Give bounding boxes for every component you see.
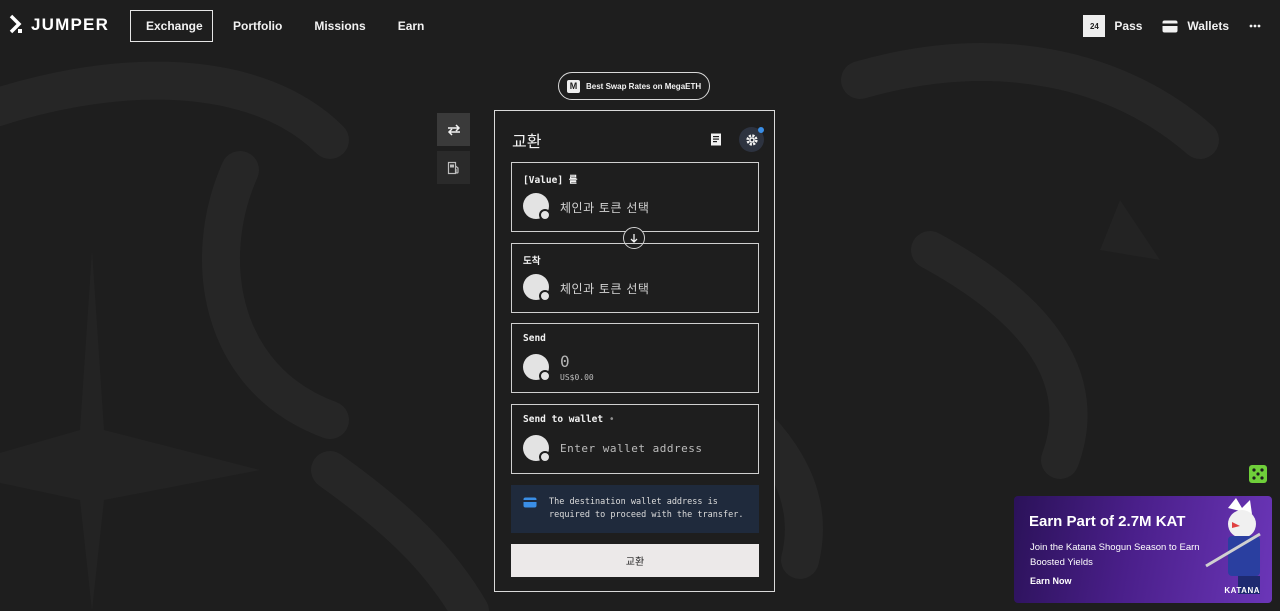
logo-text: JUMPER — [31, 15, 110, 34]
megaeth-icon: M — [567, 79, 580, 93]
gear-icon — [745, 133, 758, 146]
pass-button[interactable]: 24 Pass — [1083, 15, 1142, 37]
katana-mascot-icon — [1205, 498, 1261, 594]
megaeth-promo-pill[interactable]: M Best Swap Rates on MegaETH — [558, 72, 710, 100]
main-nav: Exchange Portfolio Missions Earn — [130, 10, 440, 42]
from-placeholder: 체인과 토큰 선택 — [560, 201, 650, 215]
required-mark: • — [608, 414, 615, 425]
to-placeholder: 체인과 토큰 선택 — [560, 282, 650, 296]
jumper-logo-icon — [9, 14, 22, 34]
from-token-selector[interactable]: [Value] 를 체인과 토큰 선택 — [511, 162, 759, 232]
more-horizontal-icon[interactable] — [1248, 19, 1262, 33]
promo-subtitle: Join the Katana Shogun Season to Earn Bo… — [1030, 542, 1200, 568]
to-label: 도착 — [523, 256, 541, 267]
wallet-required-notice: The destination wallet address is requir… — [511, 485, 759, 533]
to-chain-badge — [539, 290, 551, 302]
widget-title: 교환 — [512, 132, 542, 151]
promo-pill-text: Best Swap Rates on MegaETH — [586, 81, 702, 91]
promo-title: Earn Part of 2.7M KAT — [1029, 513, 1186, 530]
nav-exchange[interactable]: Exchange — [130, 10, 213, 42]
arrow-down-icon — [630, 234, 638, 243]
send-amount-box[interactable]: Send 0 US$0.00 — [511, 323, 759, 393]
pass-level-badge: 24 — [1083, 15, 1106, 37]
top-header: JUMPER Exchange Portfolio Missions Earn … — [0, 0, 1280, 52]
nav-earn[interactable]: Earn — [382, 10, 441, 42]
exchange-submit-button[interactable]: 교환 — [511, 544, 759, 577]
header-actions: 24 Pass Wallets — [1083, 15, 1262, 37]
wallet-address-input[interactable]: Enter wallet address — [560, 442, 702, 455]
wallet-icon — [1162, 20, 1178, 32]
wallet-label: Send to wallet • — [523, 414, 615, 425]
pass-label: Pass — [1114, 19, 1143, 33]
from-label: [Value] 를 — [523, 175, 578, 186]
wallets-button[interactable]: Wallets — [1162, 19, 1229, 33]
settings-notification-dot — [758, 127, 764, 133]
katana-promo-card[interactable]: Earn Part of 2.7M KAT Join the Katana Sh… — [1014, 496, 1272, 603]
wallet-label-text: Send to wallet — [523, 414, 604, 425]
settings-button[interactable] — [739, 127, 764, 152]
wallet-chain-badge — [539, 451, 551, 463]
widget-actions — [705, 127, 764, 152]
from-chain-badge — [539, 209, 551, 221]
send-chain-badge — [539, 370, 551, 382]
swap-mode-button[interactable] — [437, 113, 470, 146]
send-label: Send — [523, 333, 546, 344]
send-to-wallet-box[interactable]: Send to wallet • Enter wallet address — [511, 404, 759, 474]
send-amount-input[interactable]: 0 — [560, 352, 570, 371]
history-button[interactable] — [705, 129, 727, 151]
wallets-label: Wallets — [1187, 19, 1229, 33]
exchange-widget: 교환 [Value] 를 체인과 토큰 선택 도착 체인과 토큰 선택 Send… — [494, 110, 775, 592]
dice-icon[interactable] — [1249, 465, 1267, 483]
jumper-logo[interactable]: JUMPER — [9, 14, 109, 36]
notice-text: The destination wallet address is requir… — [549, 497, 744, 520]
receipt-icon — [711, 133, 721, 145]
gas-station-icon — [447, 161, 459, 174]
to-token-selector[interactable]: 도착 체인과 토큰 선택 — [511, 243, 759, 313]
nav-missions[interactable]: Missions — [298, 10, 381, 42]
promo-earn-now-link[interactable]: Earn Now — [1030, 576, 1072, 586]
nav-portfolio[interactable]: Portfolio — [217, 10, 298, 42]
wallet-card-icon — [523, 497, 537, 508]
gas-mode-button[interactable] — [437, 151, 470, 184]
swap-arrows-icon — [447, 123, 460, 136]
send-usd-value: US$0.00 — [560, 373, 594, 382]
katana-brand: KATANA — [1224, 586, 1260, 595]
